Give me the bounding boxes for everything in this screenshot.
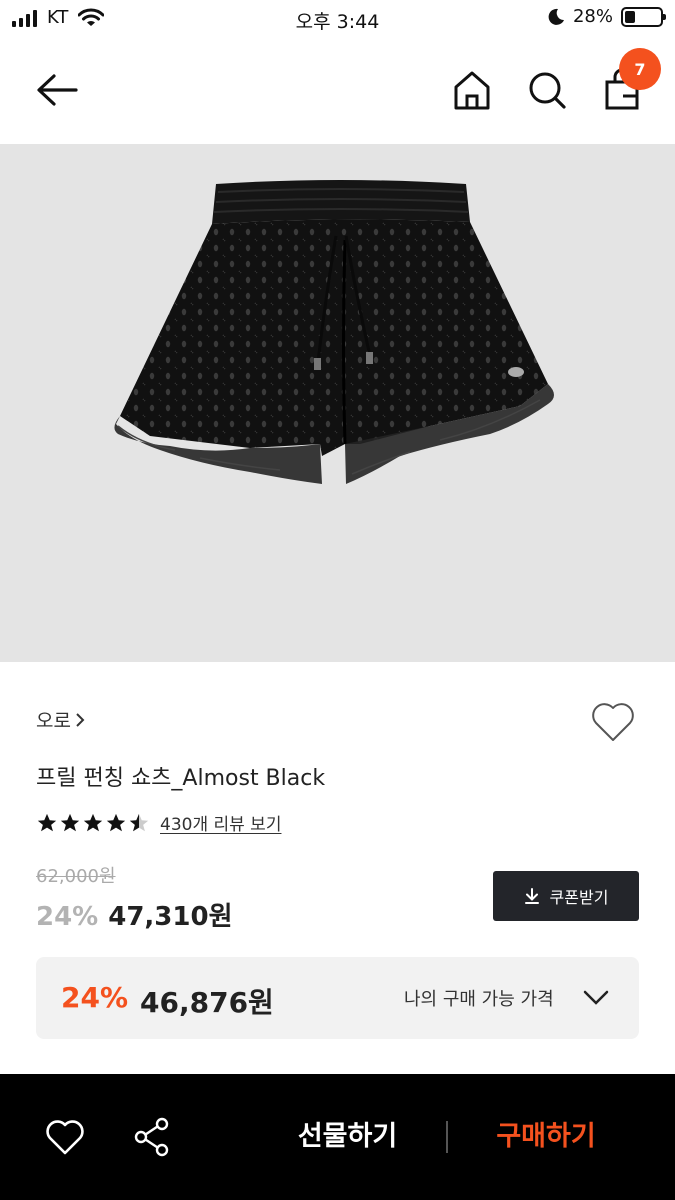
share-button[interactable]	[132, 1116, 172, 1158]
wishlist-button[interactable]	[590, 700, 636, 744]
chevron-down-icon	[583, 990, 609, 1005]
home-button[interactable]	[452, 68, 492, 112]
search-icon	[529, 72, 566, 109]
original-price: 62,000원	[36, 866, 116, 887]
star-icon	[106, 813, 126, 831]
back-button[interactable]	[34, 70, 80, 110]
divider	[446, 1121, 448, 1153]
cart-count-badge: 7	[619, 48, 661, 90]
home-icon	[454, 71, 490, 110]
coupon-label: 쿠폰받기	[549, 888, 609, 907]
bottom-action-bar: 선물하기 구매하기	[0, 1074, 675, 1200]
product-image[interactable]	[0, 144, 675, 662]
review-link[interactable]: 430개 리뷰 보기	[160, 810, 281, 835]
my-price-label: 나의 구매 가능 가격	[404, 989, 554, 1010]
sale-price-row: 24% 47,310원	[36, 896, 233, 933]
black-shorts-image	[114, 180, 554, 484]
brand-link[interactable]: 오로	[36, 706, 85, 733]
heart-icon	[592, 703, 634, 741]
my-price-discount: 24%	[61, 981, 129, 1014]
star-icon	[37, 813, 57, 831]
rating-row: 430개 리뷰 보기	[36, 810, 281, 835]
product-title: 프릴 펀칭 쇼츠_Almost Black	[36, 766, 326, 791]
brand-name: 오로	[36, 710, 71, 732]
coupon-button[interactable]: 쿠폰받기	[493, 871, 639, 921]
half-star-icon	[129, 813, 149, 831]
like-button[interactable]	[45, 1118, 85, 1156]
status-bar: KT 오후 3:44 28%	[0, 0, 675, 40]
battery-icon	[621, 6, 666, 27]
my-price-value: 46,876원	[140, 986, 274, 1019]
buy-button[interactable]: 구매하기	[466, 1114, 626, 1160]
chevron-right-icon	[76, 712, 85, 727]
search-button[interactable]	[527, 68, 567, 112]
star-rating	[36, 812, 150, 834]
download-icon	[524, 888, 539, 904]
top-nav	[0, 40, 675, 144]
heart-icon	[46, 1120, 84, 1155]
arrow-left-icon	[37, 74, 78, 106]
star-icon	[83, 813, 103, 831]
gift-button[interactable]: 선물하기	[270, 1114, 425, 1160]
battery-level	[625, 10, 635, 23]
share-icon	[134, 1117, 169, 1157]
discount-percent: 24%	[36, 902, 99, 932]
moon-icon	[548, 8, 564, 25]
sale-price: 47,310원	[108, 902, 233, 932]
my-price-dropdown[interactable]: 24% 46,876원 나의 구매 가능 가격	[36, 957, 639, 1039]
star-icon	[60, 813, 80, 831]
battery-percent: 28%	[572, 6, 613, 27]
